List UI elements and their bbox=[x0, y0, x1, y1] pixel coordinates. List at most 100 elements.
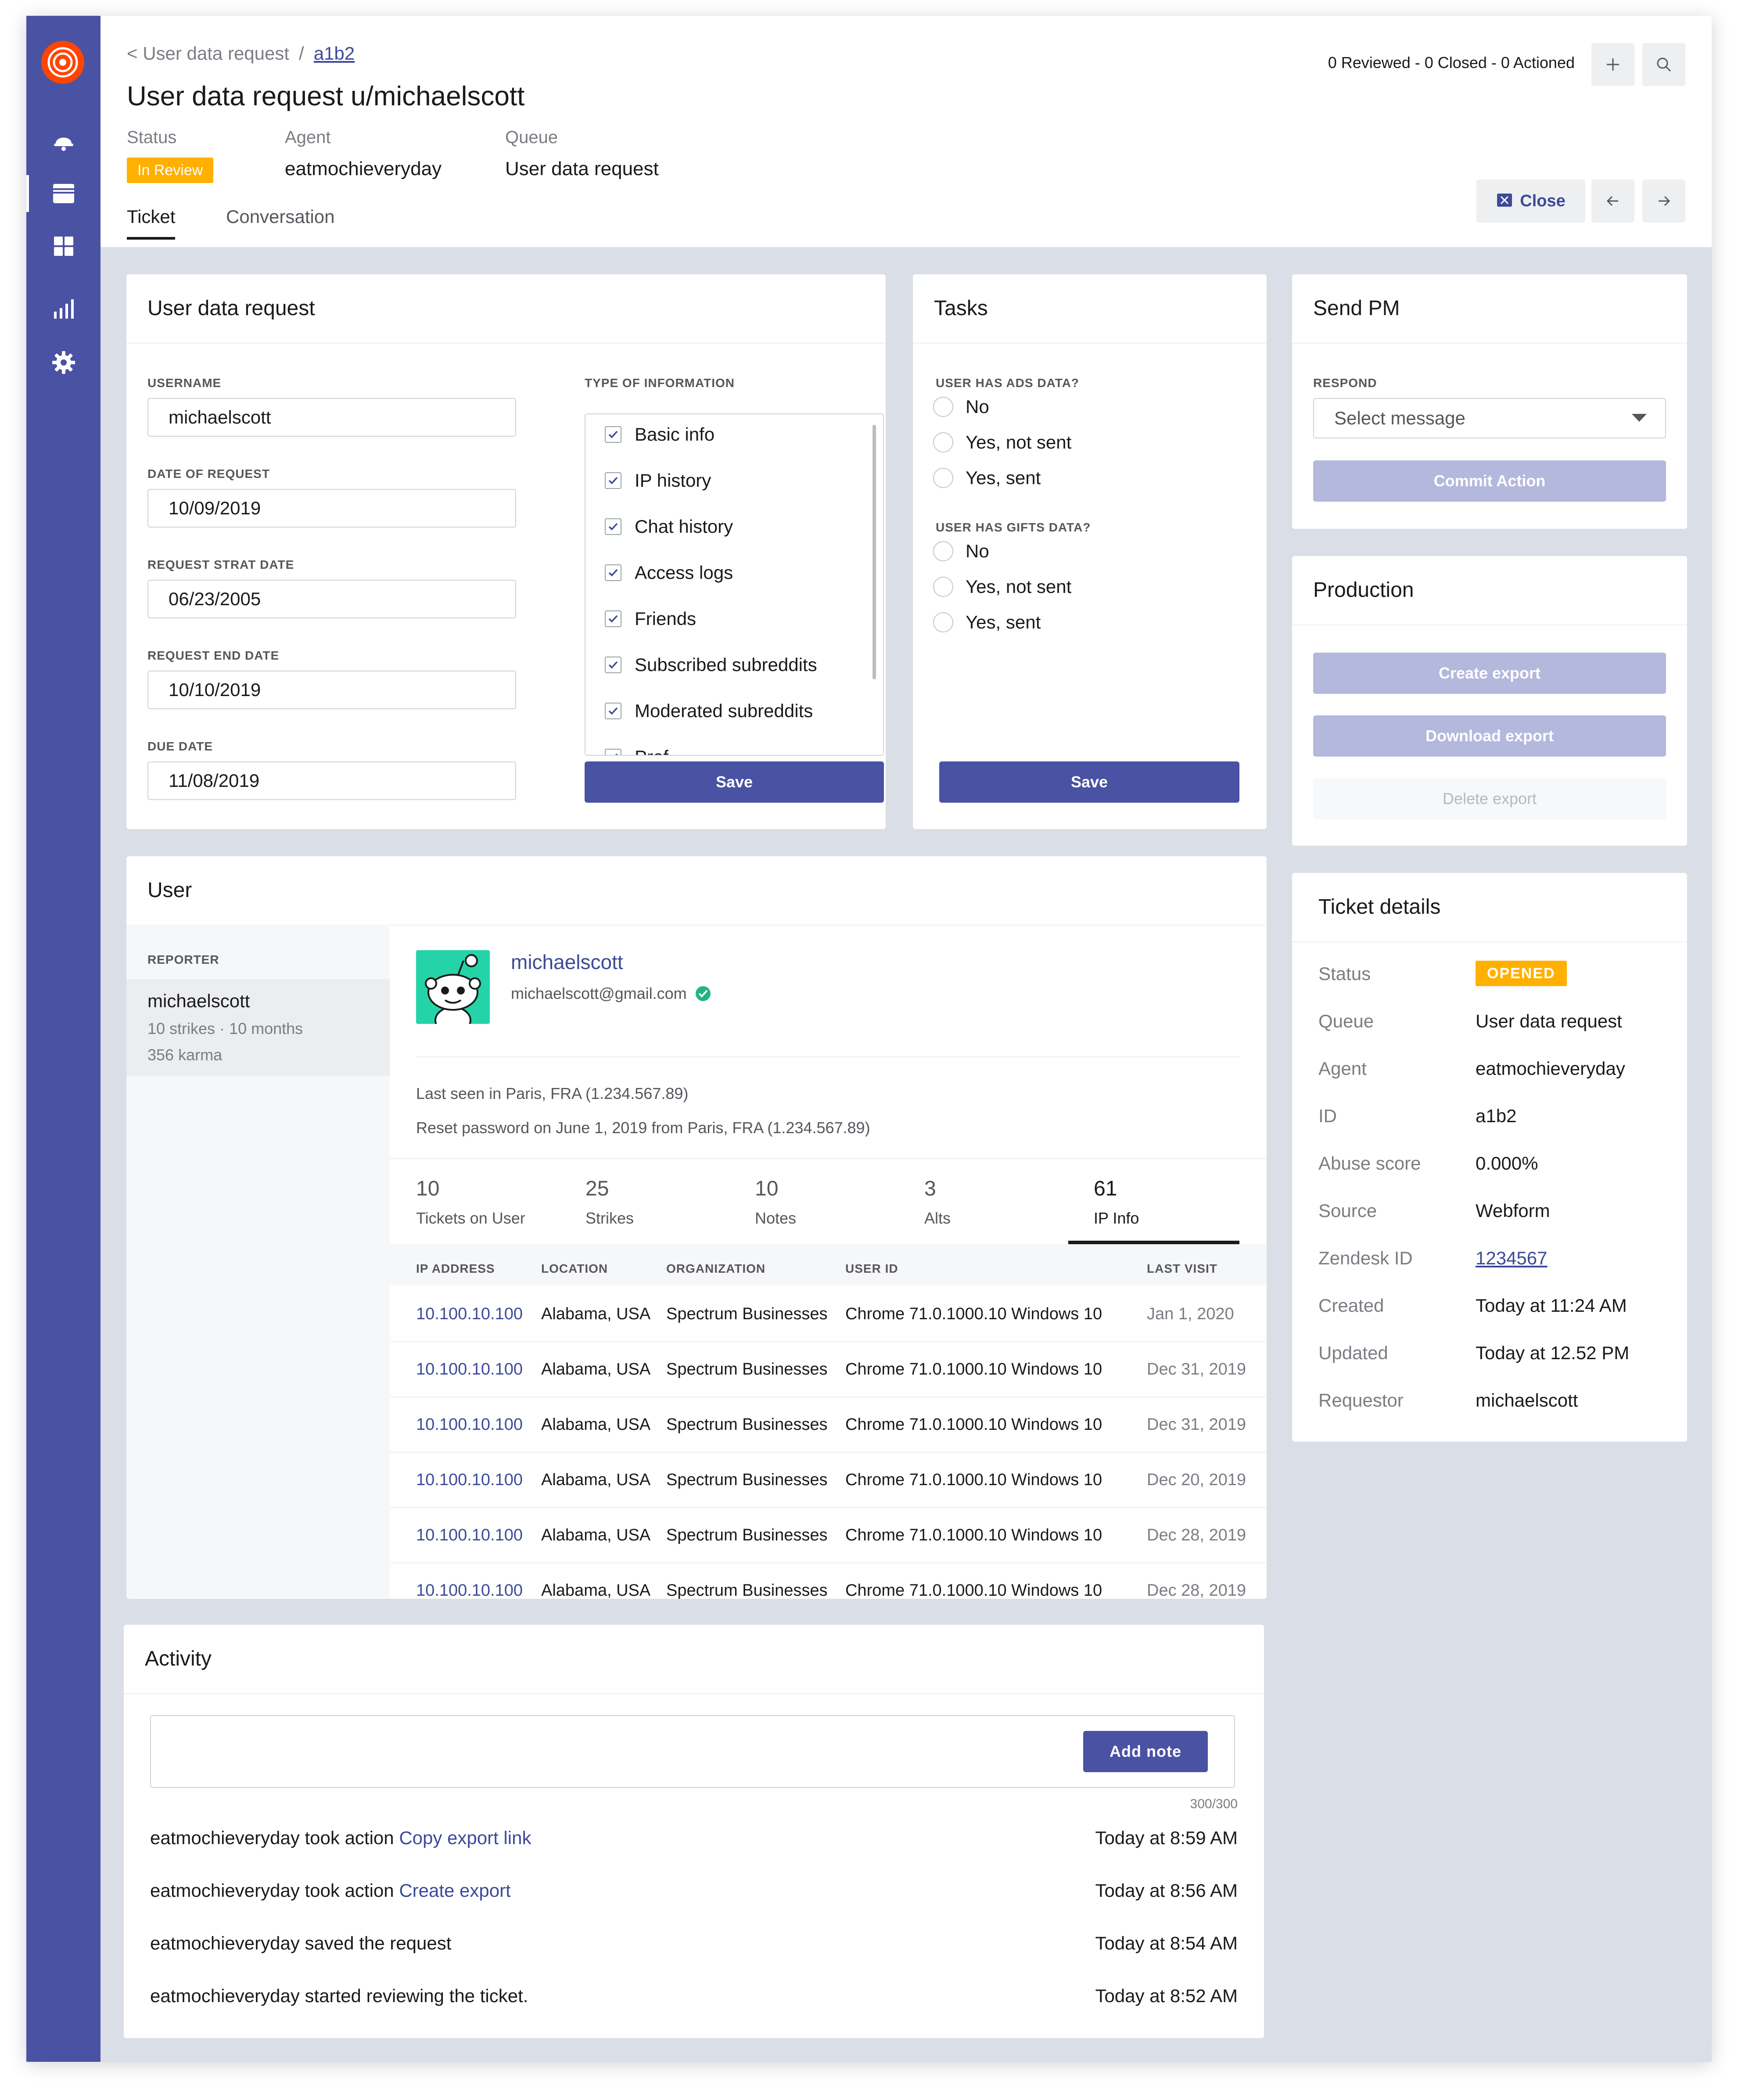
info-option-label: Access logs bbox=[635, 562, 733, 583]
breadcrumb: < User data request / a1b2 bbox=[127, 43, 355, 64]
ip-address-link[interactable]: 10.100.10.100 bbox=[416, 1360, 523, 1379]
tickets-icon[interactable] bbox=[26, 172, 101, 215]
gifts-option-yes-sent[interactable]: Yes, sent bbox=[933, 612, 1041, 633]
next-ticket-button[interactable] bbox=[1642, 179, 1685, 223]
due-date-field[interactable]: 11/08/2019 bbox=[147, 761, 516, 800]
request-start-date-field[interactable]: 06/23/2005 bbox=[147, 580, 516, 618]
checkbox-checked[interactable] bbox=[605, 426, 621, 443]
character-count: 300/300 bbox=[1190, 1797, 1238, 1811]
reporter-item[interactable]: michaelscott 10 strikes · 10 months 356 … bbox=[126, 979, 390, 1076]
breadcrumb-ticket-link[interactable]: a1b2 bbox=[314, 43, 355, 64]
check-icon bbox=[615, 753, 618, 755]
stat-number: 3 bbox=[924, 1177, 936, 1200]
divider bbox=[124, 1693, 1264, 1694]
list-scrollbar[interactable] bbox=[873, 425, 876, 679]
info-option[interactable]: Chat history bbox=[605, 516, 733, 537]
close-ticket-button[interactable]: Close bbox=[1476, 179, 1585, 223]
date-of-request-field[interactable]: 10/09/2019 bbox=[147, 489, 516, 528]
radio-button[interactable] bbox=[933, 541, 953, 561]
search-icon bbox=[1657, 57, 1671, 72]
reporter-name: michaelscott bbox=[147, 991, 250, 1011]
ip-address-link[interactable]: 10.100.10.100 bbox=[416, 1526, 523, 1545]
checkbox-checked[interactable] bbox=[605, 472, 621, 489]
activity-text-wrap: eatmochieveryday took action Copy export… bbox=[150, 1827, 531, 1849]
add-button[interactable] bbox=[1591, 43, 1634, 86]
activity-link[interactable]: Create export bbox=[399, 1880, 510, 1901]
ip-address-link[interactable]: 10.100.10.100 bbox=[416, 1415, 523, 1434]
save-request-button[interactable]: Save bbox=[585, 761, 884, 803]
card-title: Ticket details bbox=[1318, 895, 1441, 919]
gifts-option-yes-not-sent[interactable]: Yes, not sent bbox=[933, 576, 1071, 597]
info-option[interactable]: IP history bbox=[605, 470, 711, 491]
radio-button[interactable] bbox=[933, 432, 953, 452]
checkbox-checked[interactable] bbox=[605, 518, 621, 535]
create-export-button[interactable]: Create export bbox=[1313, 653, 1666, 694]
info-option[interactable]: Subscribed subreddits bbox=[605, 654, 817, 675]
stat-number: 10 bbox=[416, 1177, 440, 1200]
notification-icon[interactable] bbox=[26, 119, 101, 163]
ads-option-yes-sent[interactable]: Yes, sent bbox=[933, 467, 1041, 488]
information-type-list[interactable]: Basic info IP history Chat history Acces… bbox=[585, 413, 884, 756]
arrow-left-icon bbox=[1606, 196, 1618, 206]
checkbox-checked[interactable] bbox=[605, 564, 621, 581]
zendesk-id-link[interactable]: 1234567 bbox=[1476, 1248, 1548, 1269]
user-profile-link[interactable]: michaelscott bbox=[511, 950, 623, 974]
stats-icon[interactable] bbox=[26, 287, 101, 331]
page-header: < User data request / a1b2 User data req… bbox=[101, 16, 1712, 247]
detail-label: Agent bbox=[1318, 1058, 1367, 1079]
info-option[interactable]: Moderated subreddits bbox=[605, 700, 813, 722]
card-title: Send PM bbox=[1313, 297, 1400, 320]
ads-option-no[interactable]: No bbox=[933, 396, 989, 417]
detail-value: eatmochieveryday bbox=[1476, 1058, 1625, 1079]
checkbox-checked[interactable] bbox=[605, 610, 621, 627]
radio-button[interactable] bbox=[933, 397, 953, 417]
radio-button[interactable] bbox=[933, 577, 953, 597]
activity-text-wrap: eatmochieveryday took action Create expo… bbox=[150, 1880, 511, 1901]
activity-text: eatmochieveryday took action bbox=[150, 1827, 399, 1848]
card-title: Production bbox=[1313, 578, 1414, 602]
user-id-cell: Chrome 71.0.1000.10 Windows 10 bbox=[845, 1305, 1102, 1323]
column-header: LOCATION bbox=[541, 1262, 608, 1275]
breadcrumb-back-link[interactable]: < User data request bbox=[127, 43, 289, 64]
tab-ticket[interactable]: Ticket bbox=[127, 206, 176, 240]
app-logo[interactable] bbox=[41, 41, 84, 84]
activity-link[interactable]: Copy export link bbox=[399, 1827, 531, 1848]
settings-icon[interactable] bbox=[26, 341, 101, 384]
info-option[interactable]: Friends bbox=[605, 608, 696, 629]
previous-ticket-button[interactable] bbox=[1591, 179, 1634, 223]
user-id-cell: Chrome 71.0.1000.10 Windows 10 bbox=[845, 1360, 1102, 1378]
request-end-date-field[interactable]: 10/10/2019 bbox=[147, 671, 516, 709]
save-tasks-button[interactable]: Save bbox=[939, 761, 1239, 803]
checkbox-checked[interactable] bbox=[605, 703, 621, 719]
download-export-button[interactable]: Download export bbox=[1313, 715, 1666, 757]
radio-button[interactable] bbox=[933, 468, 953, 488]
column-header: IP ADDRESS bbox=[416, 1262, 495, 1275]
last-visit-cell: Dec 31, 2019 bbox=[1147, 1360, 1246, 1378]
ip-address-link[interactable]: 10.100.10.100 bbox=[416, 1305, 523, 1324]
status-badge: In Review bbox=[127, 158, 214, 183]
detail-value: Webform bbox=[1476, 1200, 1550, 1221]
check-icon bbox=[608, 661, 618, 669]
checkbox-checked[interactable] bbox=[605, 749, 621, 755]
search-button[interactable] bbox=[1642, 43, 1685, 86]
commit-action-button[interactable]: Commit Action bbox=[1313, 460, 1666, 502]
delete-export-button[interactable]: Delete export bbox=[1313, 778, 1666, 819]
location-cell: Alabama, USA bbox=[541, 1581, 651, 1599]
checkbox-checked[interactable] bbox=[605, 657, 621, 673]
radio-button[interactable] bbox=[933, 612, 953, 632]
detail-value: User data request bbox=[1476, 1011, 1622, 1031]
ads-option-yes-not-sent[interactable]: Yes, not sent bbox=[933, 432, 1071, 453]
detail-label: ID bbox=[1318, 1106, 1337, 1126]
info-option[interactable]: Access logs bbox=[605, 562, 733, 583]
grid-icon[interactable] bbox=[26, 224, 101, 268]
info-option[interactable]: Basic info bbox=[605, 424, 715, 445]
ip-address-link[interactable]: 10.100.10.100 bbox=[416, 1471, 523, 1490]
message-select[interactable]: Select message bbox=[1313, 398, 1666, 438]
ip-address-link[interactable]: 10.100.10.100 bbox=[416, 1581, 523, 1599]
gifts-option-no[interactable]: No bbox=[933, 541, 989, 562]
tab-conversation[interactable]: Conversation bbox=[226, 206, 334, 227]
note-input[interactable] bbox=[150, 1715, 1235, 1788]
username-field[interactable]: michaelscott bbox=[147, 398, 516, 437]
info-option[interactable]: Prof... bbox=[605, 747, 684, 755]
add-note-button[interactable]: Add note bbox=[1083, 1731, 1208, 1772]
